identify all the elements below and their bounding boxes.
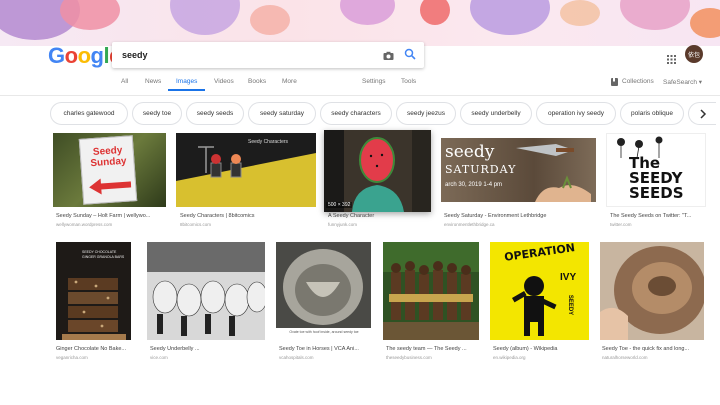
result-title[interactable]: A Seedy Character [328,213,374,219]
result-source: environmentlethbridge.ca [444,222,495,227]
safesearch-dropdown[interactable]: SafeSearch ▾ [663,78,702,86]
tab-videos[interactable]: Videos [214,78,234,85]
result-title[interactable]: The seedy team — The Seedy ... [386,346,467,352]
comic-illustration [176,133,316,207]
result-image-seedy-sunday[interactable]: Seedy Sunday [53,133,166,207]
image-caption: Ovate toe with hoof inside, around seedy… [289,330,359,334]
recipe-label: SEEDY CHOCOLATE GINGER GRANOLA BARS [82,250,125,259]
result-source: naturalhorseworld.com [602,355,648,360]
collections-link[interactable]: Collections [622,78,654,85]
brand-seedy: seedy [445,142,495,162]
tab-settings[interactable]: Settings [362,78,386,85]
result-image-seedy-album[interactable]: OPERATION IVY SEEDY [490,242,589,340]
tab-images[interactable]: Images [176,78,197,85]
sign: Seedy Sunday [78,135,138,205]
sign-text: Seedy Sunday [90,144,127,170]
result-title[interactable]: The Seedy Seeds on Twitter: "T... [610,213,691,219]
search-icon[interactable] [404,47,416,65]
tab-more[interactable]: More [282,78,297,85]
google-logo[interactable]: Google [48,43,121,69]
result-image-seedy-toe-quick-fix[interactable] [600,242,704,340]
result-image-seedy-team[interactable] [383,242,479,340]
underbelly-photo [147,242,265,340]
result-title[interactable]: Seedy Toe in Horses | VCA Ani... [279,346,359,352]
result-source: vcahospitals.com [279,355,314,360]
collections-icon[interactable] [611,78,618,88]
team-photo [383,242,479,340]
watermelon-mask-photo [324,130,431,212]
result-title[interactable]: Seedy (album) - Wikipedia [493,346,558,352]
result-source: twitter.com [610,222,632,227]
hoof-photo [276,242,371,340]
chip-operation-ivy-seedy[interactable]: operation ivy seedy [536,102,616,125]
result-title[interactable]: Seedy Sunday – Holt Farm | wellywo... [56,213,150,219]
chip-seedy-underbelly[interactable]: seedy underbelly [460,102,532,125]
image-dimensions: 500 × 392 [326,202,353,208]
tab-tools[interactable]: Tools [401,78,416,85]
trowel-icon [516,144,574,156]
apps-grid-icon[interactable] [667,51,676,69]
chips-next-button[interactable] [688,102,716,125]
event-date: arch 30, 2019 1-4 pm [445,182,503,188]
hoof-closeup-photo [600,242,704,340]
comic-title: Seedy Characters [248,139,289,145]
result-source: en.wikipedia.org [493,355,526,360]
result-image-seedy-characters[interactable]: Seedy Characters [176,133,316,207]
decorative-banner [0,0,720,46]
chip-seedy-jeezus[interactable]: seedy jeezus [396,102,456,125]
tab-all[interactable]: All [121,78,128,85]
chevron-right-icon [699,108,706,119]
search-input[interactable] [122,50,372,60]
result-source: funnyjunk.com [328,222,358,227]
result-image-seedy-saturday[interactable]: seedy SATURDAY arch 30, 2019 1-4 pm [441,138,596,202]
result-title[interactable]: Seedy Characters | 8bitcomics [180,213,255,219]
result-title[interactable]: Ginger Chocolate No Bake... [56,346,126,352]
chip-seedy-characters[interactable]: seedy characters [320,102,392,125]
arrow-left-icon [89,178,132,195]
search-tabs: All News Images Videos Books More Settin… [0,78,720,94]
brand-saturday: SATURDAY [445,163,517,176]
chip-seedy-saturday[interactable]: seedy saturday [248,102,316,125]
result-source: 8bitcomics.com [180,222,212,227]
result-source: wellywoman.wordpress.com [56,222,113,227]
band-name: The SEEDY SEEDS [629,154,684,202]
result-source: theseedybusiness.com [386,355,432,360]
account-avatar[interactable]: 依包 [685,45,703,63]
album-name: SEEDY [567,294,574,316]
result-image-seedy-character[interactable]: 500 × 392 [324,130,431,212]
result-image-seedy-toe-hoof[interactable]: Ovate toe with hoof inside, around seedy… [276,242,371,340]
result-source: veganricha.com [56,355,88,360]
header-divider [0,95,720,96]
chip-polaris-oblique[interactable]: polaris oblique [620,102,684,125]
camera-icon[interactable] [383,48,394,66]
chip-seedy-seeds[interactable]: seedy seeds [186,102,244,125]
result-image-seedy-underbelly[interactable] [147,242,265,340]
result-source: vice.com [150,355,168,360]
chip-charles-gatewood[interactable]: charles gatewood [50,102,128,125]
result-image-granola-bars[interactable]: SEEDY CHOCOLATE GINGER GRANOLA BARS [56,242,131,340]
hands-photo [535,175,591,202]
tab-news[interactable]: News [145,78,161,85]
active-tab-indicator [168,89,205,91]
album-subtitle: IVY [560,272,577,283]
result-title[interactable]: Seedy Underbelly ... [150,346,200,352]
result-image-seedy-seeds[interactable]: The SEEDY SEEDS [606,133,706,207]
result-title[interactable]: Seedy Toe - the quick fix and long... [602,346,689,352]
result-title[interactable]: Seedy Saturday - Environment Lethbridge [444,213,546,219]
chip-seedy-toe[interactable]: seedy toe [132,102,182,125]
tab-books[interactable]: Books [248,78,266,85]
search-box[interactable] [112,42,424,68]
